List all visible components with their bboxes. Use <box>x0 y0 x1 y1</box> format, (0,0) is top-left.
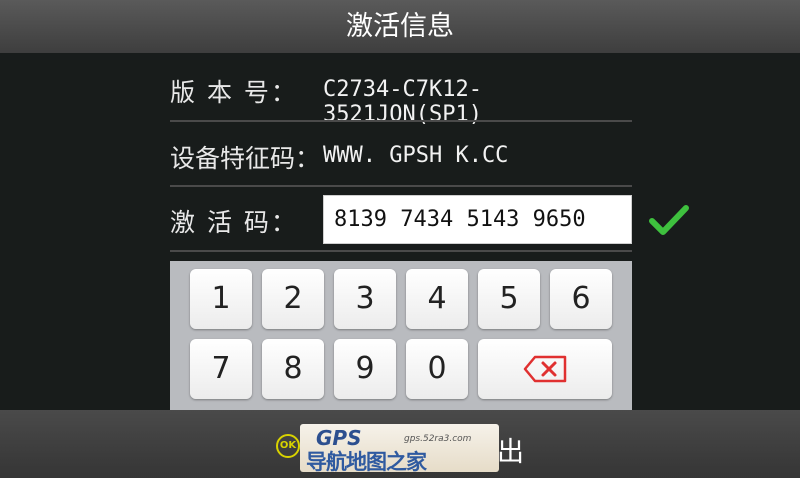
key-8[interactable]: 8 <box>262 339 324 399</box>
divider <box>170 120 632 122</box>
watermark-logo: GPS gps.52ra3.com 导航地图之家 <box>300 424 499 474</box>
device-code-label: 设备特征码： <box>170 144 321 173</box>
watermark-text: 导航地图之家 <box>306 450 427 474</box>
checkmark-icon[interactable] <box>648 203 690 237</box>
backspace-icon <box>523 355 567 383</box>
ok-icon[interactable]: OK <box>276 434 300 458</box>
key-4[interactable]: 4 <box>406 269 468 329</box>
exit-button-label[interactable]: 出 <box>497 430 524 469</box>
key-6[interactable]: 6 <box>550 269 612 329</box>
device-code-value: WWW. GPSH K.CC <box>323 143 509 168</box>
backspace-button[interactable] <box>478 339 612 399</box>
page-title: 激活信息 <box>346 11 454 42</box>
activation-code-input[interactable]: 8139 7434 5143 9650 <box>323 195 632 244</box>
key-9[interactable]: 9 <box>334 339 396 399</box>
numeric-keypad: 1 2 3 4 5 6 7 8 9 0 <box>170 261 632 410</box>
key-7[interactable]: 7 <box>190 339 252 399</box>
divider <box>170 185 632 187</box>
key-3[interactable]: 3 <box>334 269 396 329</box>
key-2[interactable]: 2 <box>262 269 324 329</box>
key-1[interactable]: 1 <box>190 269 252 329</box>
key-0[interactable]: 0 <box>406 339 468 399</box>
watermark-url: gps.52ra3.com <box>404 434 472 444</box>
key-5[interactable]: 5 <box>478 269 540 329</box>
version-label: 版 本 号： <box>170 78 298 107</box>
device-row: 设备特征码： WWW. GPSH K.CC <box>170 139 632 175</box>
divider <box>170 250 632 252</box>
title-bar: 激活信息 <box>0 0 800 53</box>
version-row: 版 本 号： C2734-C7K12-3521JON(SP1) <box>170 73 632 127</box>
activation-label: 激 活 码： <box>170 208 298 237</box>
